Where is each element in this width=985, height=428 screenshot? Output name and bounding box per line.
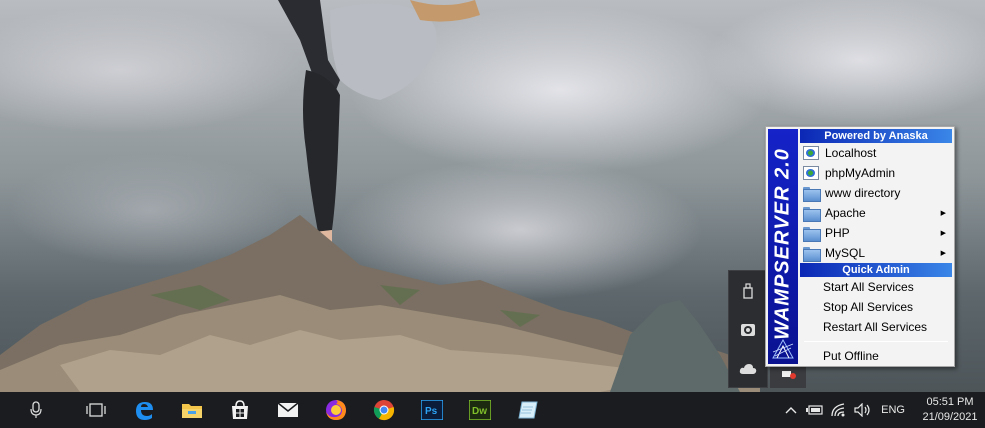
- edge-button[interactable]: [120, 392, 168, 428]
- system-tray: ENG 05:51 PM 21/09/2021: [779, 392, 985, 428]
- clock-time: 05:51 PM: [926, 396, 974, 408]
- language-indicator[interactable]: ENG: [875, 404, 915, 416]
- task-view-icon: [86, 403, 106, 417]
- wifi-icon: [831, 403, 845, 417]
- battery-icon: [806, 405, 823, 415]
- menu-item-phpmyadmin[interactable]: phpMyAdmin: [800, 163, 952, 183]
- folder-icon: [803, 246, 821, 262]
- chrome-icon: [373, 400, 395, 421]
- usb-drive-icon[interactable]: [729, 271, 767, 310]
- wampserver-logo-icon: [772, 338, 794, 359]
- clock-date: 21/09/2021: [922, 411, 978, 423]
- submenu-arrow-icon: ▶: [940, 210, 946, 217]
- menu-item-www-directory[interactable]: www directory: [800, 183, 952, 203]
- dreamweaver-button[interactable]: Dw: [456, 392, 504, 428]
- menu-item-php[interactable]: PHP ▶: [800, 223, 952, 243]
- wampserver-menu-body: Powered by Anaska Localhost phpMyAdmin w…: [800, 129, 952, 366]
- menu-item-localhost[interactable]: Localhost: [800, 143, 952, 163]
- put-offline-item[interactable]: Put Offline: [800, 346, 952, 366]
- cloud-icon[interactable]: [729, 349, 767, 388]
- wampserver-menu: WAMPSERVER 2.0 Powered by Anaska Localho…: [765, 126, 955, 367]
- wampserver-tray-icon[interactable]: [782, 368, 796, 380]
- web-page-icon: [803, 146, 819, 160]
- microphone-button[interactable]: [0, 392, 72, 428]
- photoshop-icon: Ps: [421, 400, 443, 420]
- menu-item-apache[interactable]: Apache ▶: [800, 203, 952, 223]
- start-all-services-item[interactable]: Start All Services: [800, 277, 952, 297]
- show-hidden-icons-button[interactable]: [779, 392, 803, 428]
- volume-button[interactable]: [851, 392, 875, 428]
- edge-icon: [136, 402, 153, 420]
- web-page-icon: [803, 166, 819, 180]
- submenu-arrow-icon: ▶: [940, 250, 946, 257]
- menu-item-label: www directory: [825, 186, 901, 200]
- wallpaper-distant-rock: [610, 300, 740, 392]
- stop-all-services-item[interactable]: Stop All Services: [800, 297, 952, 317]
- menu-item-mysql[interactable]: MySQL ▶: [800, 243, 952, 263]
- quick-admin-header: Quick Admin: [800, 263, 952, 277]
- wampserver-side-banner: WAMPSERVER 2.0: [768, 129, 798, 364]
- powered-by-header: Powered by Anaska: [800, 129, 952, 143]
- notepad-button[interactable]: [504, 392, 552, 428]
- folder-icon: [803, 186, 821, 202]
- menu-separator: [804, 341, 948, 342]
- folder-icon: [803, 226, 821, 242]
- microphone-icon: [30, 401, 42, 418]
- webcam-icon[interactable]: [729, 310, 767, 349]
- menu-item-label: Apache: [825, 206, 866, 220]
- network-button[interactable]: [827, 392, 851, 428]
- clock[interactable]: 05:51 PM 21/09/2021: [915, 395, 985, 425]
- folder-icon: [803, 206, 821, 222]
- store-button[interactable]: [216, 392, 264, 428]
- chrome-button[interactable]: [360, 392, 408, 428]
- restart-all-services-item[interactable]: Restart All Services: [800, 317, 952, 337]
- wampserver-side-title: WAMPSERVER 2.0: [771, 148, 794, 340]
- taskbar: Ps Dw ENG 05:51 PM 21/09/2021: [0, 392, 985, 428]
- svg-text:Dw: Dw: [472, 406, 487, 417]
- menu-item-label: MySQL: [825, 246, 866, 260]
- svg-text:Ps: Ps: [425, 406, 438, 417]
- file-explorer-icon: [182, 404, 202, 418]
- firefox-icon: [326, 400, 346, 420]
- notepad-icon: [518, 401, 538, 419]
- speaker-icon: [854, 403, 870, 417]
- menu-item-label: Localhost: [825, 146, 877, 160]
- menu-item-label: PHP: [825, 226, 850, 240]
- file-explorer-button[interactable]: [168, 392, 216, 428]
- battery-button[interactable]: [803, 392, 827, 428]
- store-icon: [232, 400, 248, 419]
- mail-icon: [277, 402, 299, 417]
- firefox-button[interactable]: [312, 392, 360, 428]
- menu-item-label: phpMyAdmin: [825, 166, 896, 180]
- photoshop-button[interactable]: Ps: [408, 392, 456, 428]
- chevron-up-icon: [785, 407, 797, 414]
- tray-overflow-panel: [728, 270, 768, 388]
- submenu-arrow-icon: ▶: [940, 230, 946, 237]
- mail-button[interactable]: [264, 392, 312, 428]
- dreamweaver-icon: Dw: [469, 400, 491, 420]
- task-view-button[interactable]: [72, 392, 120, 428]
